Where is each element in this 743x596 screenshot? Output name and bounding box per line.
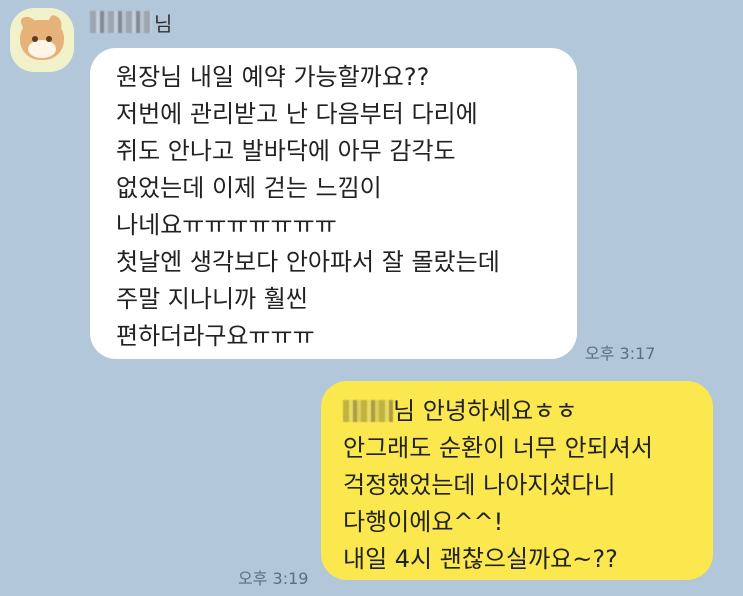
blurred-name <box>343 400 393 422</box>
message-line: 걱정했었는데 나아지셨다니 <box>343 471 616 499</box>
message-line: 님 안녕하세요ㅎㅎ <box>343 393 693 430</box>
incoming-message-bubble[interactable]: 원장님 내일 예약 가능할까요?? 저번에 관리받고 난 다음부터 다리에 쥐도… <box>90 48 577 359</box>
avatar-eye <box>46 36 52 42</box>
message-line: 저번에 관리받고 난 다음부터 다리에 <box>116 100 478 128</box>
sender-avatar[interactable] <box>10 8 74 72</box>
avatar-eye <box>32 36 38 42</box>
outgoing-timestamp: 오후 3:19 <box>238 569 309 588</box>
greeting-text: 님 안녕하세요ㅎㅎ <box>393 397 578 425</box>
outgoing-message-bubble[interactable]: 님 안녕하세요ㅎㅎ 안그래도 순환이 너무 안되셔서 걱정했었는데 나아지셨다니… <box>321 381 713 580</box>
message-line: 원장님 내일 예약 가능할까요?? <box>116 63 430 91</box>
blurred-name <box>90 11 152 33</box>
sender-name-suffix: 님 <box>154 11 173 36</box>
incoming-timestamp: 오후 3:17 <box>585 344 656 363</box>
message-line: 안그래도 순환이 너무 안되셔서 <box>343 434 653 462</box>
message-line: 쥐도 안나고 발바닥에 아무 감각도 <box>116 137 456 165</box>
message-line: 다행이에요^^! <box>343 508 504 536</box>
message-line: 나네요ㅠㅠㅠㅠㅠㅠㅠ <box>116 211 337 239</box>
message-line: 첫날엔 생각보다 안아파서 잘 몰랐는데 <box>116 248 500 276</box>
message-line: 주말 지나니까 훨씬 <box>116 285 308 313</box>
message-line: 내일 4시 괜찮으실까요~?? <box>343 545 618 573</box>
sender-name: 님 <box>90 9 173 36</box>
message-line: 편하더라구요ㅠㅠㅠ <box>116 322 315 350</box>
avatar-muzzle <box>28 40 56 58</box>
message-line: 없었는데 이제 걷는 느낌이 <box>116 174 382 202</box>
